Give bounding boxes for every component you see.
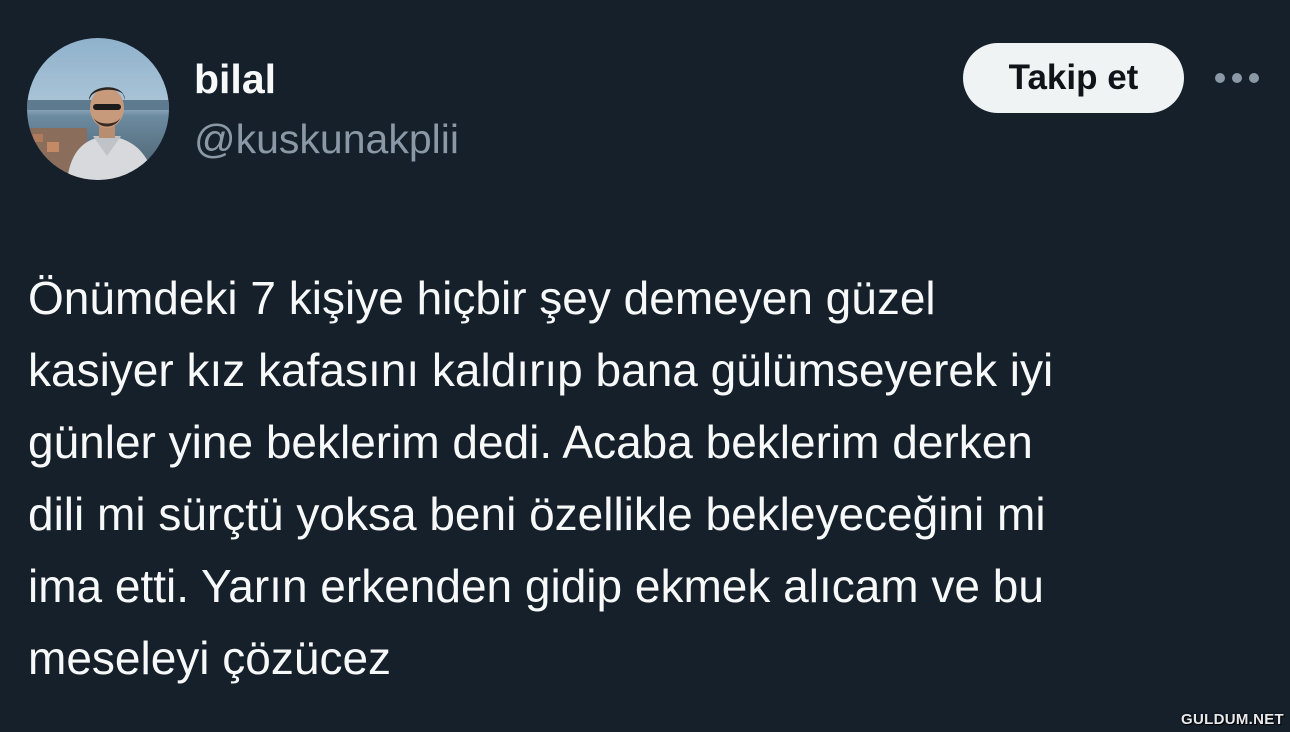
user-handle[interactable]: @kuskunakplii — [194, 114, 459, 164]
tweet-text: Önümdeki 7 kişiye hiçbir şey demeyen güz… — [28, 272, 1054, 684]
tweet-card: bilal @kuskunakplii Takip et Önümdeki 7 … — [0, 0, 1290, 732]
profile-photo-icon — [27, 38, 169, 180]
avatar[interactable] — [27, 38, 169, 180]
display-name[interactable]: bilal — [194, 54, 276, 104]
follow-button[interactable]: Takip et — [963, 43, 1184, 113]
watermark: GULDUM.NET — [1181, 711, 1284, 728]
ellipsis-icon — [1215, 73, 1259, 83]
more-options-button[interactable] — [1208, 60, 1266, 96]
